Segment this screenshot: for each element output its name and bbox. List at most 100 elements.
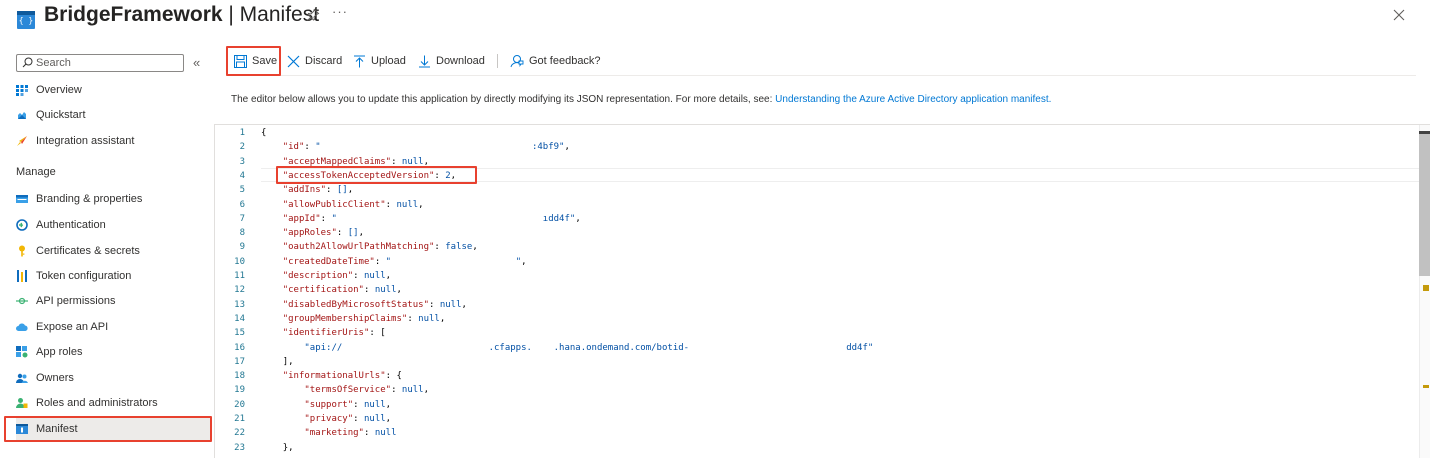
json-tail: , [385,271,392,281]
discard-button[interactable]: Discard [287,52,342,70]
json-key: "oauth2AllowUrlPathMatching" [282,242,435,253]
manifest-docs-link[interactable]: Understanding the Azure Active Directory… [775,94,1051,105]
app-roles-icon [16,346,28,358]
code-line: "appId": " ıdd4f", [261,212,581,226]
code-line: "identifierUris": [ [261,326,386,340]
sidebar-item-roles-administrators[interactable]: Roles and administrators [16,392,212,414]
sidebar-item-label: Roles and administrators [36,397,158,409]
json-punct: : [374,256,386,267]
editor-description: The editor below allows you to update th… [231,94,1051,105]
code-line: "privacy": null, [261,412,391,426]
download-button[interactable]: Download [418,52,485,70]
sidebar-item-owners[interactable]: Owners [16,367,212,389]
key-icon [19,245,25,257]
sidebar-item-api-permissions[interactable]: API permissions [16,290,212,312]
owners-icon [16,373,28,383]
sidebar-item-branding[interactable]: Branding & properties [16,188,212,210]
code-line: "groupMembershipClaims": null, [261,312,446,326]
code-line: { [261,126,266,140]
json-key: "createdDateTime" [282,256,375,267]
json-value: null [363,414,386,424]
json-key: "id" [282,142,305,153]
page-header: { } BridgeFramework | Manifest ··· [0,0,1430,36]
sidebar-item-authentication[interactable]: Authentication [16,214,212,236]
json-value: false [445,242,473,253]
download-label: Download [436,55,485,67]
json-value: null [401,156,424,167]
sidebar-item-label: App roles [36,346,83,358]
sidebar-item-expose-api[interactable]: Expose an API [16,316,212,338]
sidebar-item-token-configuration[interactable]: Token configuration [16,265,212,287]
cloud-icon [18,112,26,119]
line-number: 10 [234,256,245,267]
code-line: "description": null, [261,269,391,283]
json-punct: : [391,156,402,167]
save-button[interactable]: Save [234,52,277,70]
line-number: 15 [234,328,245,339]
json-punct: : [353,399,364,410]
line-number: 21 [234,414,245,424]
sidebar-item-quickstart[interactable]: Quickstart [16,104,212,126]
json-punct: : [391,385,402,396]
json-value: null [363,271,386,281]
json-key: "description" [282,271,354,281]
sidebar-item-label: Overview [36,84,82,96]
upload-label: Upload [371,55,406,67]
sidebar-search[interactable] [16,54,184,72]
close-icon[interactable] [1392,8,1406,22]
sidebar-item-label: Manifest [36,423,78,435]
more-options-icon[interactable]: ··· [332,4,348,19]
json-punct: : [353,414,364,424]
editor-scrollbar-thumb[interactable] [1419,131,1430,276]
json-value: null [439,299,462,310]
line-number: 13 [234,299,245,310]
line-number: 6 [239,199,245,210]
json-editor[interactable]: 1 2 3 4 5 6 7 8 9 10 11 12 13 14 15 16 17 18 19 20 21 22 23 { … [214,124,1430,458]
json-value: [] [347,228,359,239]
code-line: "acceptMappedClaims": null, [261,155,429,169]
json-key: "privacy" [304,414,354,424]
line-number: 17 [234,356,245,367]
code-line: "accessTokenAcceptedVersion": 2, [261,169,456,183]
json-key: "support" [304,399,354,410]
code-area[interactable]: { "id": " :4bf9", "acceptMappedClaims": … [261,125,1421,458]
sidebar-item-manifest[interactable]: Manifest [16,418,212,440]
download-icon [419,55,430,67]
cloud-api-icon [16,323,28,331]
json-tail: , [564,142,570,153]
pin-icon[interactable] [306,8,320,22]
json-tail: , [423,156,430,167]
manifest-icon [16,424,28,434]
sidebar-item-label: Certificates & secrets [36,245,140,257]
sidebar-item-overview[interactable]: Overview [16,79,212,101]
json-tail: , [385,414,392,424]
json-key: "accessTokenAcceptedVersion" [282,170,435,181]
sidebar-item-label: Expose an API [36,321,109,333]
sidebar-item-app-roles[interactable]: App roles [16,341,212,363]
sidebar-item-label: Authentication [36,219,106,231]
feedback-label: Got feedback? [529,55,601,67]
feedback-button[interactable]: Got feedback? [510,52,601,70]
app-icon-glyph: { } [18,16,34,25]
json-tail: , [396,285,402,296]
upload-button[interactable]: Upload [353,52,406,70]
json-value: null [418,313,440,324]
sidebar-item-certificates[interactable]: Certificates & secrets [16,240,212,262]
sidebar-item-integration-assistant[interactable]: Integration assistant [16,130,212,152]
collapse-sidebar-icon[interactable]: « [193,55,200,70]
code-line: ], [261,355,294,369]
roles-icon [16,398,28,408]
line-number: 20 [234,399,245,410]
search-input[interactable] [36,55,181,71]
sidebar-section-manage: Manage [16,166,56,178]
json-value: null [374,285,397,296]
json-tail: , [472,242,478,253]
